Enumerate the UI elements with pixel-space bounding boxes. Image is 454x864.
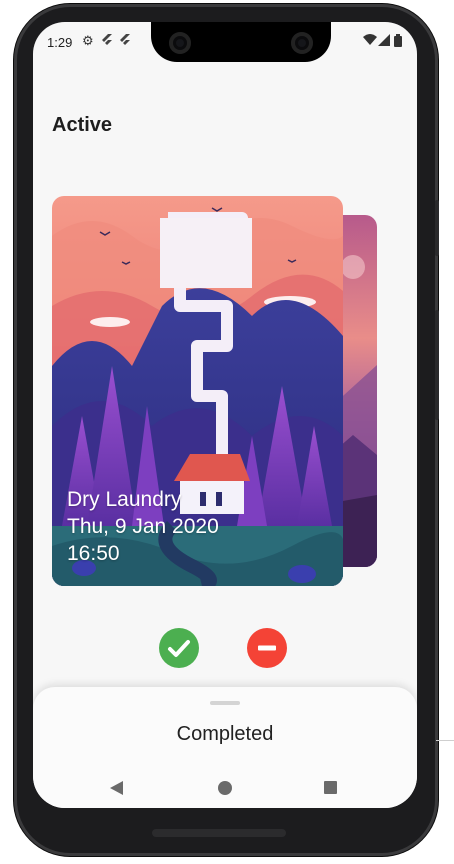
task-date: Thu, 9 Jan 2020 xyxy=(67,515,219,538)
wifi-icon xyxy=(363,34,377,49)
active-task-card[interactable]: Dry Laundry Thu, 9 Jan 2020 16:50 xyxy=(52,196,343,586)
task-name: Dry Laundry xyxy=(67,488,182,511)
divider xyxy=(436,740,454,741)
speaker-grille xyxy=(152,829,286,837)
flutter-icon xyxy=(101,34,113,50)
settings-icon: ⚙ xyxy=(82,33,94,48)
complete-button[interactable] xyxy=(159,628,199,668)
power-button xyxy=(435,200,439,256)
camera-notch xyxy=(151,22,331,62)
volume-button xyxy=(435,310,439,420)
recents-icon[interactable] xyxy=(324,781,337,794)
signal-icon xyxy=(378,34,390,49)
drag-handle[interactable] xyxy=(210,701,240,705)
home-icon[interactable] xyxy=(218,781,232,795)
check-icon xyxy=(168,640,190,657)
status-time: 1:29 xyxy=(47,35,73,50)
minus-icon xyxy=(258,645,276,651)
front-camera xyxy=(291,32,313,54)
task-time: 16:50 xyxy=(67,542,120,565)
battery-icon xyxy=(394,34,402,50)
remove-button[interactable] xyxy=(247,628,287,668)
front-camera xyxy=(169,32,191,54)
task-details: Dry Laundry Thu, 9 Jan 2020 16:50 xyxy=(67,486,219,567)
back-icon[interactable] xyxy=(110,781,123,795)
screen: 1:29 ⚙ Active Dry Laundry Thu, 9 Jan 202… xyxy=(33,22,417,808)
navigation-bar xyxy=(33,770,417,806)
page-title: Active xyxy=(52,114,113,136)
sheet-title: Completed xyxy=(176,723,274,745)
flutter-icon xyxy=(119,34,131,50)
